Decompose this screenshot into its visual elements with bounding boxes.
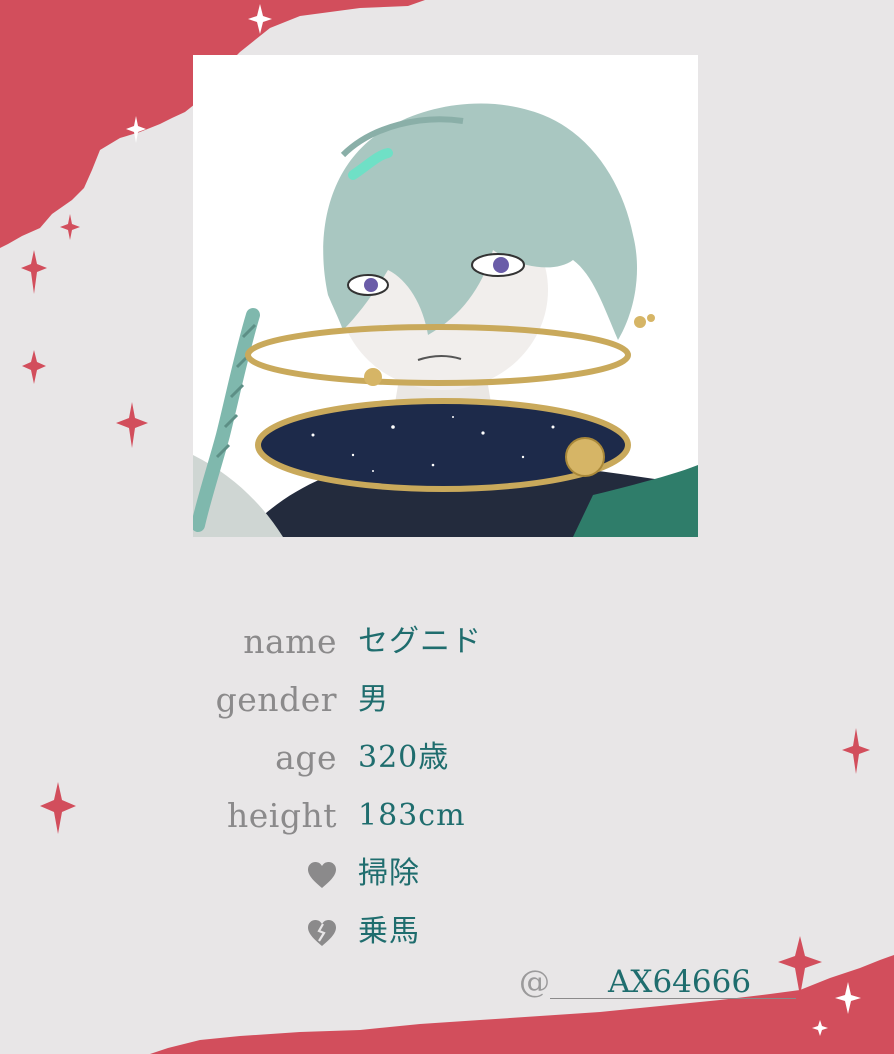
sparkle-red [842, 728, 870, 774]
profile-row-likes: 掃除 [150, 845, 650, 903]
profile-row-age: age 320歳 [150, 729, 650, 787]
profile-value: 男 [358, 682, 389, 717]
profile-value: 320歳 [358, 740, 450, 775]
heart-icon [308, 862, 336, 888]
credit-handle: AX64666 [550, 966, 796, 999]
profile-row-name: name セグニド [150, 613, 650, 671]
sparkle-red [22, 350, 46, 384]
profile-label: gender [215, 680, 337, 719]
profile-label: age [275, 738, 337, 777]
profile-value: 乗馬 [358, 914, 420, 949]
profile-row-dislikes: 乗馬 [150, 903, 650, 961]
profile-table: name セグニド gender 男 age 320歳 height 183cm… [150, 613, 650, 961]
artist-credit: @ AX64666 [519, 962, 796, 1002]
character-portrait [193, 55, 698, 537]
profile-value: セグニド [358, 624, 482, 659]
sparkle-red [21, 250, 47, 294]
credit-at-symbol: @ [519, 964, 550, 1000]
profile-row-gender: gender 男 [150, 671, 650, 729]
profile-row-height: height 183cm [150, 787, 650, 845]
gold-orb [565, 437, 605, 477]
sparkle-red [60, 214, 80, 240]
profile-label: height [227, 796, 337, 835]
sparkle-red [116, 402, 148, 448]
profile-label: name [243, 622, 337, 661]
profile-value: 183cm [358, 798, 466, 833]
sparkle-red [40, 782, 76, 834]
profile-value: 掃除 [358, 856, 420, 891]
broken-heart-icon [308, 920, 336, 946]
